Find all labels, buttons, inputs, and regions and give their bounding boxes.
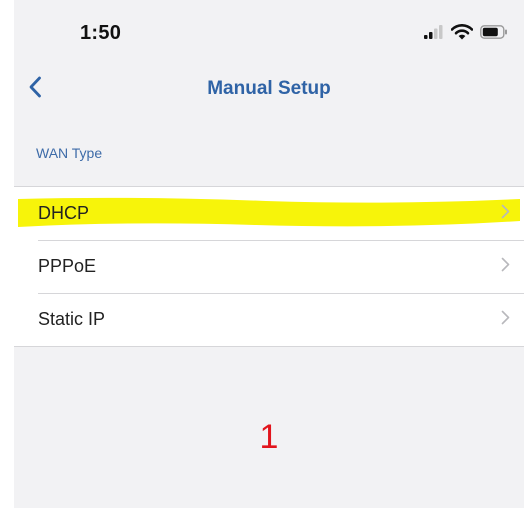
wan-type-list: DHCP PPPoE Static IP	[14, 186, 524, 347]
wan-type-option-static-ip[interactable]: Static IP	[14, 293, 524, 346]
phone-screen: 1:50 Manual Setup WAN Type DHCP PPPoE St…	[14, 0, 524, 508]
wan-type-label: Static IP	[38, 309, 106, 329]
wan-type-label: DHCP	[38, 203, 90, 223]
chevron-right-icon	[501, 310, 510, 330]
step-number-annotation: 1	[259, 418, 279, 456]
chevron-right-icon	[501, 204, 510, 224]
page-title: Manual Setup	[207, 78, 331, 99]
battery-icon	[480, 24, 508, 44]
wan-type-option-pppoe[interactable]: PPPoE	[14, 240, 524, 293]
section-header: WAN Type	[36, 145, 103, 161]
highlighter-mark	[18, 197, 520, 227]
chevron-right-icon	[501, 257, 510, 277]
wan-type-label: PPPoE	[38, 256, 97, 276]
wan-type-option-dhcp[interactable]: DHCP	[14, 187, 524, 240]
signal-icon	[424, 24, 444, 44]
status-time: 1:50	[80, 22, 122, 44]
status-icons	[424, 23, 508, 45]
status-bar: 1:50	[14, 0, 524, 70]
navigation-bar: Manual Setup	[14, 70, 524, 110]
wifi-icon	[450, 23, 474, 45]
